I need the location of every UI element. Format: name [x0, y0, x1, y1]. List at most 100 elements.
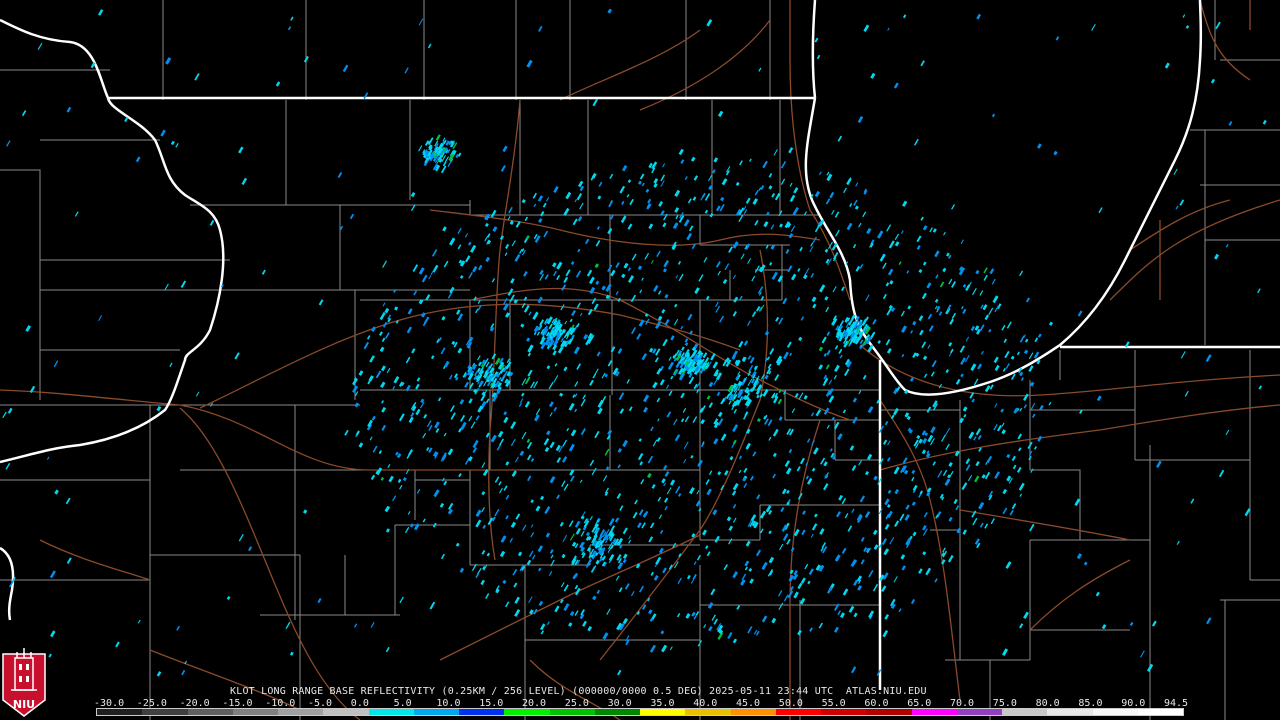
- echo: [607, 227, 613, 235]
- echo: [678, 273, 684, 282]
- echo: [468, 415, 473, 422]
- echo: [786, 489, 790, 494]
- echo: [530, 532, 535, 538]
- echo: [477, 355, 481, 361]
- echo: [867, 406, 874, 414]
- echo: [792, 207, 799, 216]
- echo: [615, 575, 620, 581]
- echo: [754, 265, 760, 273]
- echo: [1016, 466, 1022, 473]
- echo: [826, 349, 831, 356]
- echo: [561, 553, 566, 559]
- echo: [540, 623, 546, 631]
- echo: [1001, 429, 1006, 435]
- echo: [574, 610, 579, 616]
- echo: [430, 355, 435, 360]
- echo: [675, 485, 681, 494]
- echo: [565, 269, 571, 277]
- echo: [477, 567, 482, 575]
- echo: [595, 559, 600, 565]
- echo: [857, 585, 863, 591]
- echo: [863, 24, 870, 32]
- echo: [412, 264, 419, 272]
- echo: [1184, 390, 1189, 397]
- echo: [748, 365, 754, 373]
- echo: [416, 377, 421, 382]
- echo: [472, 266, 478, 273]
- echo: [922, 551, 927, 556]
- echo: [657, 290, 662, 295]
- echo: [696, 388, 700, 394]
- echo: [733, 408, 738, 414]
- echo: [527, 441, 533, 449]
- echo: [638, 438, 642, 442]
- echo: [519, 450, 525, 456]
- echo: [574, 381, 579, 387]
- echo: [661, 309, 666, 314]
- echo: [632, 511, 638, 519]
- echo: [800, 577, 806, 584]
- echo: [641, 353, 647, 361]
- echo: [914, 138, 919, 146]
- echo: [485, 593, 490, 599]
- echo: [1002, 507, 1008, 515]
- echo: [1225, 243, 1229, 248]
- echo: [782, 533, 789, 541]
- echo: [431, 249, 438, 257]
- echo: [912, 320, 917, 326]
- echo: [785, 467, 792, 475]
- echo: [677, 577, 682, 584]
- echo: [552, 344, 558, 351]
- echo: [901, 200, 908, 207]
- echo: [527, 344, 534, 353]
- echo: [532, 192, 537, 199]
- echo: [290, 16, 294, 21]
- echo: [505, 494, 510, 500]
- echo: [684, 338, 689, 343]
- echo: [537, 545, 544, 553]
- echo: [533, 203, 537, 208]
- echo: [1182, 14, 1186, 18]
- echo: [165, 57, 172, 65]
- echo: [768, 185, 773, 190]
- echo: [774, 374, 780, 381]
- echo: [1180, 351, 1186, 359]
- echo: [421, 274, 428, 283]
- echo: [965, 458, 971, 465]
- echo: [741, 573, 747, 581]
- echo: [680, 159, 685, 164]
- echo: [846, 222, 853, 231]
- echo: [674, 434, 681, 442]
- echo: [736, 605, 741, 610]
- echo: [513, 582, 518, 588]
- echo: [238, 146, 244, 154]
- echo: [790, 547, 795, 552]
- echo: [798, 392, 804, 400]
- echo: [971, 287, 977, 296]
- echo: [524, 376, 531, 385]
- echo: [703, 257, 708, 263]
- echo: [563, 603, 570, 612]
- echo: [1019, 270, 1024, 277]
- echo: [1034, 446, 1037, 450]
- echo: [680, 325, 684, 330]
- echo: [358, 370, 364, 376]
- colorbar-segment: [187, 709, 233, 715]
- echo: [615, 262, 620, 268]
- echo: [238, 533, 244, 542]
- echo: [720, 433, 727, 441]
- echo: [384, 307, 390, 314]
- echo: [710, 352, 716, 361]
- echo: [920, 60, 925, 67]
- echo: [787, 265, 793, 273]
- echo: [926, 282, 932, 289]
- echo: [823, 352, 828, 357]
- echo: [399, 596, 404, 604]
- echo: [527, 369, 533, 377]
- echo: [388, 475, 394, 483]
- echo: [979, 522, 984, 528]
- echo: [923, 373, 928, 378]
- echo: [429, 601, 436, 610]
- echo: [935, 274, 939, 279]
- echo: [993, 356, 999, 364]
